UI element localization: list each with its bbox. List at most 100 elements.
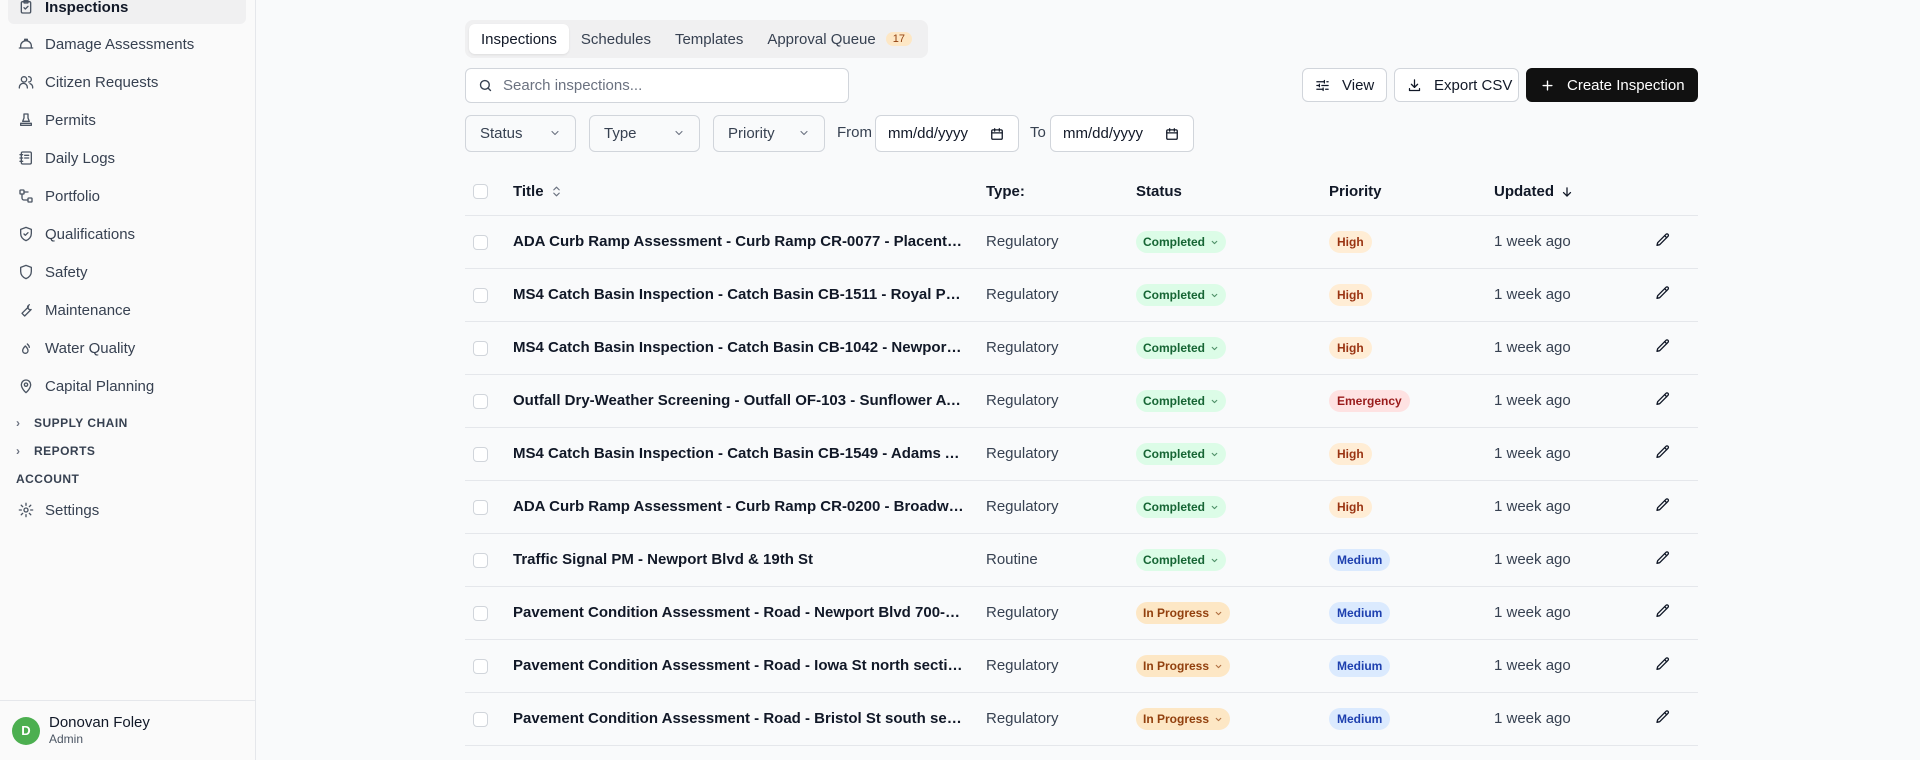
row-checkbox[interactable] <box>473 394 488 409</box>
tab-schedules[interactable]: Schedules <box>569 24 663 54</box>
row-title[interactable]: ADA Curb Ramp Assessment - Curb Ramp CR-… <box>513 498 965 515</box>
status-text: In Progress <box>1143 606 1210 620</box>
status-badge[interactable]: Completed <box>1136 337 1227 359</box>
edit-button[interactable] <box>1655 444 1675 464</box>
edit-button[interactable] <box>1655 338 1675 358</box>
priority-badge: High <box>1329 496 1372 518</box>
row-title[interactable]: MS4 Catch Basin Inspection - Catch Basin… <box>513 339 965 356</box>
edit-button[interactable] <box>1655 497 1675 517</box>
user-profile[interactable]: D Donovan Foley Admin <box>0 700 256 760</box>
edit-button[interactable] <box>1655 550 1675 570</box>
chevron-down-icon <box>551 130 559 136</box>
row-checkbox[interactable] <box>473 447 488 462</box>
sidebar-group-supply-chain[interactable]: › SUPPLY CHAIN <box>16 416 128 430</box>
edit-button[interactable] <box>1655 232 1675 252</box>
view-button[interactable]: View <box>1302 68 1387 102</box>
edit-button[interactable] <box>1655 656 1675 676</box>
create-inspection-button[interactable]: Create Inspection <box>1526 68 1698 102</box>
sidebar-item-daily-logs[interactable]: Daily Logs <box>8 141 246 175</box>
sidebar-item-portfolio[interactable]: Portfolio <box>8 179 246 213</box>
edit-button[interactable] <box>1655 285 1675 305</box>
create-button-label: Create Inspection <box>1567 76 1685 94</box>
status-badge[interactable]: Completed <box>1136 284 1227 306</box>
sidebar-group-reports[interactable]: › REPORTS <box>16 444 95 458</box>
tab-inspections[interactable]: Inspections <box>469 24 569 54</box>
shield-icon <box>18 264 34 280</box>
search-input[interactable] <box>503 77 833 94</box>
row-priority: High <box>1329 284 1372 306</box>
row-checkbox[interactable] <box>473 235 488 250</box>
table-row[interactable]: Pavement Condition Assessment - Road - I… <box>465 640 1698 693</box>
pencil-icon <box>1656 498 1670 511</box>
sidebar-item-inspections[interactable]: Inspections <box>8 0 246 24</box>
status-badge[interactable]: In Progress <box>1136 655 1231 677</box>
sidebar-item-citizen-requests[interactable]: Citizen Requests <box>8 65 246 99</box>
sidebar-item-maintenance[interactable]: Maintenance <box>8 293 246 327</box>
status-badge[interactable]: In Progress <box>1136 708 1231 730</box>
edit-button[interactable] <box>1655 603 1675 623</box>
row-checkbox[interactable] <box>473 712 488 727</box>
row-checkbox[interactable] <box>473 553 488 568</box>
select-all-checkbox[interactable] <box>473 184 488 199</box>
table-row[interactable]: ADA Curb Ramp Assessment - Curb Ramp CR-… <box>465 481 1698 534</box>
export-csv-button[interactable]: Export CSV <box>1394 68 1519 102</box>
sidebar-item-capital-planning[interactable]: Capital Planning <box>8 369 246 403</box>
sidebar-item-qualifications[interactable]: Qualifications <box>8 217 246 251</box>
row-checkbox[interactable] <box>473 606 488 621</box>
table-row[interactable]: Pavement Condition Assessment - Road - B… <box>465 693 1698 746</box>
status-badge[interactable]: Completed <box>1136 496 1227 518</box>
column-updated[interactable]: Updated <box>1494 183 1574 200</box>
row-checkbox[interactable] <box>473 341 488 356</box>
pencil-icon <box>1656 339 1670 352</box>
table-row[interactable]: ADA Curb Ramp Assessment - Curb Ramp CR-… <box>465 216 1698 269</box>
column-title-label: Title <box>513 183 544 200</box>
table-row[interactable]: MS4 Catch Basin Inspection - Catch Basin… <box>465 322 1698 375</box>
row-title[interactable]: Pavement Condition Assessment - Road - I… <box>513 657 965 674</box>
row-checkbox[interactable] <box>473 500 488 515</box>
status-badge[interactable]: In Progress <box>1136 602 1231 624</box>
status-badge[interactable]: Completed <box>1136 231 1227 253</box>
priority-filter[interactable]: Priority <box>713 115 825 152</box>
row-title[interactable]: MS4 Catch Basin Inspection - Catch Basin… <box>513 445 965 462</box>
sidebar-item-damage-assessments[interactable]: Damage Assessments <box>8 27 246 61</box>
row-title[interactable]: Outfall Dry-Weather Screening - Outfall … <box>513 392 965 409</box>
table-row[interactable]: Traffic Signal PM - Newport Blvd & 19th … <box>465 534 1698 587</box>
priority-badge: High <box>1329 337 1372 359</box>
status-badge[interactable]: Completed <box>1136 549 1227 571</box>
table-row[interactable]: MS4 Catch Basin Inspection - Catch Basin… <box>465 428 1698 481</box>
row-title[interactable]: ADA Curb Ramp Assessment - Curb Ramp CR-… <box>513 233 965 250</box>
status-badge[interactable]: Completed <box>1136 443 1227 465</box>
to-date-input[interactable]: mm/dd/yyyy <box>1050 115 1194 152</box>
sidebar-item-settings[interactable]: Settings <box>8 493 246 527</box>
row-status: Completed <box>1136 496 1227 518</box>
edit-button[interactable] <box>1655 391 1675 411</box>
edit-button[interactable] <box>1655 709 1675 729</box>
table-row[interactable]: Pavement Condition Assessment - Road - N… <box>465 587 1698 640</box>
row-title[interactable]: Pavement Condition Assessment - Road - N… <box>513 604 965 621</box>
row-title[interactable]: Traffic Signal PM - Newport Blvd & 19th … <box>513 551 813 568</box>
sidebar-item-permits[interactable]: Permits <box>8 103 246 137</box>
row-checkbox[interactable] <box>473 659 488 674</box>
row-title[interactable]: MS4 Catch Basin Inspection - Catch Basin… <box>513 286 965 303</box>
sidebar-item-water-quality[interactable]: Water Quality <box>8 331 246 365</box>
row-type: Regulatory <box>986 445 1059 462</box>
type-filter[interactable]: Type <box>589 115 700 152</box>
sidebar-item-label: Water Quality <box>45 339 136 357</box>
column-title[interactable]: Title <box>513 183 563 200</box>
user-info: Donovan Foley Admin <box>49 714 150 747</box>
status-text: Completed <box>1143 341 1206 355</box>
tab-approval-queue[interactable]: Approval Queue 17 <box>755 24 924 54</box>
row-checkbox[interactable] <box>473 288 488 303</box>
row-title[interactable]: Pavement Condition Assessment - Road - B… <box>513 710 965 727</box>
map-pin-icon <box>18 378 34 394</box>
status-filter[interactable]: Status <box>465 115 576 152</box>
status-badge[interactable]: Completed <box>1136 390 1227 412</box>
table-row[interactable]: Outfall Dry-Weather Screening - Outfall … <box>465 375 1698 428</box>
row-priority: Medium <box>1329 549 1391 571</box>
sidebar-item-label: Permits <box>45 111 96 129</box>
sidebar-item-safety[interactable]: Safety <box>8 255 246 289</box>
network-icon <box>18 188 34 204</box>
from-date-input[interactable]: mm/dd/yyyy <box>875 115 1019 152</box>
table-row[interactable]: MS4 Catch Basin Inspection - Catch Basin… <box>465 269 1698 322</box>
tab-templates[interactable]: Templates <box>663 24 755 54</box>
